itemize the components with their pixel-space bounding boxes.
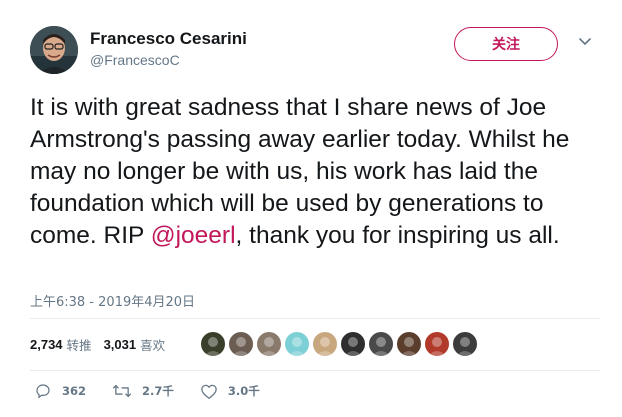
liker-avatar[interactable] (340, 331, 366, 357)
divider-bottom (30, 370, 600, 371)
liker-avatars (200, 331, 480, 357)
like-count: 3.0千 (227, 384, 260, 398)
reply-count: 362 (62, 384, 87, 398)
like-action[interactable]: 3.0千 (200, 383, 260, 400)
tweet-stats: 2,734 转推 3,031 喜欢 (30, 332, 177, 356)
tweet-timestamp[interactable]: 上午6:38 - 2019年4月20日 (30, 291, 195, 310)
chevron-down-icon[interactable] (577, 34, 593, 50)
retweet-count: 2.7千 (142, 384, 174, 398)
liker-avatar[interactable] (312, 331, 338, 357)
liker-avatar[interactable] (424, 331, 450, 357)
likes-count[interactable]: 3,031 (104, 337, 137, 352)
likes-label[interactable]: 喜欢 (140, 335, 165, 354)
tweet-actions: 362 2.7千 3.0千 (34, 380, 286, 402)
liker-avatar[interactable] (284, 331, 310, 357)
retweets-label[interactable]: 转推 (67, 335, 92, 354)
reply-icon (36, 384, 50, 398)
user-name-block[interactable]: Francesco Cesarini @FrancescoC (90, 29, 247, 69)
tweet-header: Francesco Cesarini @FrancescoC 关注 (30, 22, 600, 74)
divider-top (30, 318, 600, 319)
tweet-card: Francesco Cesarini @FrancescoC 关注 It is … (0, 0, 622, 417)
user-handle[interactable]: @FrancescoC (90, 51, 247, 69)
avatar-image (30, 26, 78, 74)
retweets-count[interactable]: 2,734 (30, 337, 63, 352)
liker-avatar[interactable] (200, 331, 226, 357)
avatar[interactable] (30, 26, 78, 74)
tweet-text-tail: , thank you for inspiring us all. (235, 222, 560, 249)
mention-link[interactable]: @joeerl (151, 222, 236, 249)
follow-button[interactable]: 关注 (454, 27, 558, 61)
retweet-icon (112, 384, 132, 398)
reply-action[interactable]: 362 (34, 382, 86, 400)
liker-avatar[interactable] (228, 331, 254, 357)
tweet-text: It is with great sadness that I share ne… (30, 92, 605, 252)
liker-avatar[interactable] (256, 331, 282, 357)
retweet-action[interactable]: 2.7千 (112, 382, 174, 400)
liker-avatar[interactable] (396, 331, 422, 357)
liker-avatar[interactable] (452, 331, 478, 357)
heart-icon (201, 384, 217, 399)
display-name[interactable]: Francesco Cesarini (90, 29, 247, 49)
liker-avatar[interactable] (368, 331, 394, 357)
